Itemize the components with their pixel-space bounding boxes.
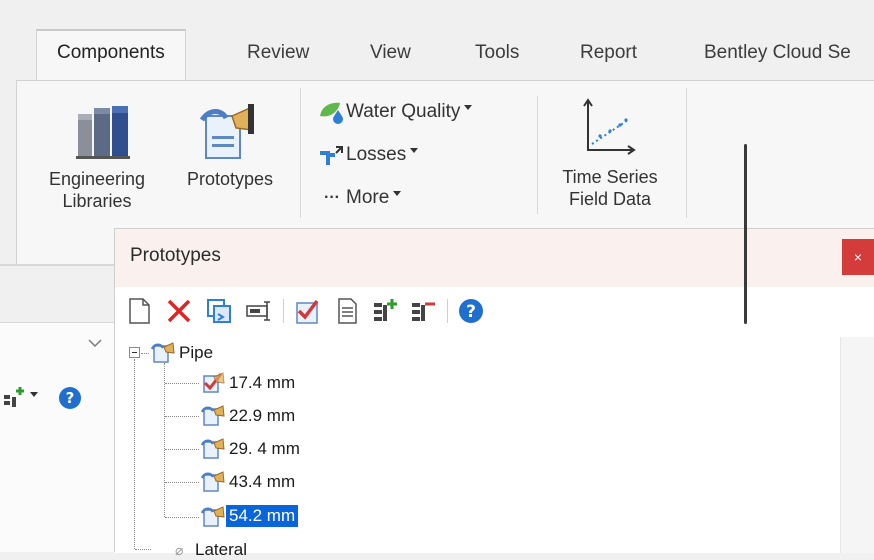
chevron-down-icon xyxy=(464,105,473,110)
losses-icon xyxy=(320,145,343,165)
prototypes-button[interactable]: Prototypes xyxy=(170,96,290,221)
panel-title: Prototypes xyxy=(130,245,221,266)
tab-review[interactable]: Review xyxy=(247,42,309,64)
tree-node-prototype[interactable]: 17.4 mm xyxy=(229,373,295,393)
ribbon-group-separator xyxy=(686,88,687,218)
panel-title-bar[interactable]: Prototypes × xyxy=(115,229,874,288)
prototype-tree: Pipe 17.4 mm 22.9 mm 29. 4 mm 43.4 mm 54… xyxy=(115,337,840,559)
ribbon-group-separator xyxy=(537,96,538,214)
tree-node-lateral[interactable]: Lateral xyxy=(195,540,247,560)
ribbon-group-separator xyxy=(300,88,301,218)
tree-node-prototype[interactable]: 29. 4 mm xyxy=(229,439,300,459)
engineering-libraries-label-line2: Libraries xyxy=(62,191,132,211)
ribbon-tab-strip: Components Review View Tools Report Bent… xyxy=(0,0,874,81)
time-series-field-data-button[interactable]: Time Series Field Data xyxy=(548,96,672,221)
svg-text:?: ? xyxy=(466,302,476,322)
svg-text:?: ? xyxy=(66,389,75,407)
tree-node-prototype[interactable]: 22.9 mm xyxy=(229,406,295,426)
left-pane xyxy=(0,323,116,552)
new-icon[interactable] xyxy=(125,297,153,325)
more-button[interactable]: ··· More xyxy=(318,185,402,211)
tree-expander[interactable] xyxy=(129,347,140,358)
chevron-down-icon[interactable] xyxy=(88,338,102,348)
losses-button[interactable]: Losses xyxy=(318,142,419,168)
tab-tools[interactable]: Tools xyxy=(475,42,519,64)
report-icon[interactable] xyxy=(333,297,361,325)
ellipsis-icon: ··· xyxy=(324,189,340,206)
more-label: More xyxy=(346,187,390,209)
toolbar-separator xyxy=(283,299,284,323)
none-icon: ⌀ xyxy=(175,542,184,558)
engineering-libraries-label-line1: Engineering xyxy=(48,169,146,189)
chevron-down-icon xyxy=(410,148,419,153)
chevron-down-icon xyxy=(393,191,402,196)
toolbar-separator xyxy=(447,299,448,323)
losses-label: Losses xyxy=(346,144,407,165)
pane-divider xyxy=(0,264,120,266)
prototype-icon xyxy=(199,104,254,159)
tab-report[interactable]: Report xyxy=(580,42,637,64)
expand-all-icon[interactable] xyxy=(371,297,399,325)
scrollbar-thumb[interactable] xyxy=(744,144,747,324)
tab-components[interactable]: Components xyxy=(36,29,186,81)
prototype-icon xyxy=(200,506,225,527)
close-button[interactable]: × xyxy=(842,239,874,275)
books-icon xyxy=(76,106,130,159)
tree-node-prototype[interactable]: 43.4 mm xyxy=(229,472,295,492)
prototype-icon xyxy=(200,471,225,492)
close-icon: × xyxy=(853,249,863,265)
rename-icon[interactable] xyxy=(245,297,273,325)
tab-bentley-cloud[interactable]: Bentley Cloud Se xyxy=(704,42,851,64)
help-icon[interactable]: ? xyxy=(457,297,485,325)
water-quality-label: Water Quality xyxy=(346,101,461,122)
chart-icon xyxy=(583,98,636,155)
engineering-libraries-button[interactable]: Engineering Libraries xyxy=(32,96,162,221)
prototype-icon xyxy=(200,405,225,426)
tree-node-prototype-selected[interactable]: 54.2 mm xyxy=(226,505,299,527)
make-default-icon[interactable] xyxy=(293,297,321,325)
prototype-icon xyxy=(150,342,175,363)
prototypes-panel: Prototypes × ? Pipe 17.4 mm 22.9 mm 29. … xyxy=(114,228,874,559)
collapse-all-icon[interactable] xyxy=(409,297,437,325)
scrollbar-track[interactable] xyxy=(840,337,874,553)
help-icon[interactable]: ? xyxy=(58,386,82,410)
add-item-icon[interactable] xyxy=(2,385,28,411)
water-quality-button[interactable]: Water Quality xyxy=(318,99,473,125)
tree-node-pipe[interactable]: Pipe xyxy=(179,343,213,363)
prototype-icon xyxy=(200,438,225,459)
tab-view[interactable]: View xyxy=(370,42,411,64)
leaf-drop-icon xyxy=(320,102,343,124)
chevron-down-icon[interactable] xyxy=(30,392,38,397)
panel-toolbar: ? xyxy=(115,287,874,337)
time-series-label-line1: Time Series xyxy=(562,167,658,187)
duplicate-icon[interactable] xyxy=(205,297,233,325)
prototypes-label: Prototypes xyxy=(186,169,274,189)
delete-icon[interactable] xyxy=(165,297,193,325)
time-series-label-line2: Field Data xyxy=(568,189,652,209)
default-prototype-icon xyxy=(203,372,225,393)
